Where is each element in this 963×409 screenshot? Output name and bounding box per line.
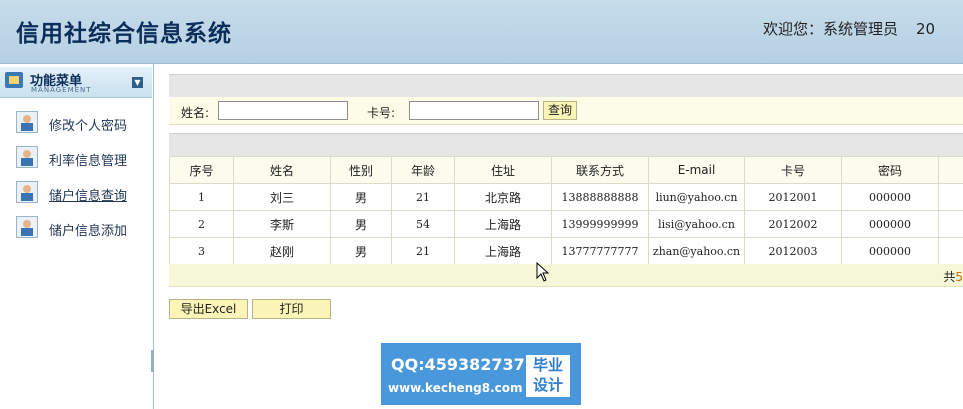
depositor-table: 序号 姓名 性别 年龄 住址 联系方式 E-mail 卡号 密码 1 刘三 男 … bbox=[169, 156, 963, 265]
column-header: 性别 bbox=[330, 156, 392, 184]
column-header: 住址 bbox=[454, 156, 552, 184]
sidebar-item-change-password[interactable]: 修改个人密码 bbox=[16, 111, 152, 135]
watermark-qq: QQ:459382737 bbox=[391, 355, 525, 374]
table-header-row: 序号 姓名 性别 年龄 住址 联系方式 E-mail 卡号 密码 bbox=[169, 156, 963, 184]
column-header: 联系方式 bbox=[551, 156, 649, 184]
record-count-value: 5 bbox=[955, 270, 963, 284]
user-icon bbox=[16, 111, 38, 133]
cell-email: lisi@yahoo.cn bbox=[648, 210, 745, 238]
cell-phone: 13888888888 bbox=[551, 183, 649, 211]
cell-name: 赵刚 bbox=[233, 237, 331, 265]
cell-gender: 男 bbox=[330, 210, 392, 238]
column-header bbox=[938, 156, 963, 184]
cell-card: 2012001 bbox=[744, 183, 842, 211]
cell-gender: 男 bbox=[330, 183, 392, 211]
sidebar: 功能菜单 MANAGEMENT ▼ 修改个人密码 利率信息管理 储户信息查询 储… bbox=[0, 64, 154, 409]
table-row[interactable]: 3 赵刚 男 21 上海路 13777777777 zhan@yahoo.cn … bbox=[169, 237, 963, 265]
sidebar-item-rate-management[interactable]: 利率信息管理 bbox=[16, 146, 152, 170]
sidebar-item-label: 利率信息管理 bbox=[49, 154, 128, 169]
cell-age: 54 bbox=[391, 210, 455, 238]
cell-address: 上海路 bbox=[454, 237, 552, 265]
cell-extra bbox=[938, 237, 963, 265]
welcome-text: 欢迎您：系统管理员 20 bbox=[763, 18, 953, 39]
cell-phone: 13999999999 bbox=[551, 210, 649, 238]
header-date: 20 bbox=[916, 20, 936, 38]
table-row[interactable]: 1 刘三 男 21 北京路 13888888888 liun@yahoo.cn … bbox=[169, 183, 963, 211]
table-footer: 共5 bbox=[169, 264, 963, 287]
table-row[interactable]: 2 李斯 男 54 上海路 13999999999 lisi@yahoo.cn … bbox=[169, 210, 963, 238]
cell-email: zhan@yahoo.cn bbox=[648, 237, 745, 265]
cell-email: liun@yahoo.cn bbox=[648, 183, 745, 211]
watermark-badge: 毕业 设计 bbox=[526, 355, 570, 397]
watermark-logo: QQ:459382737 www.kecheng8.com 毕业设计 bbox=[381, 343, 581, 405]
sidebar-item-label: 修改个人密码 bbox=[49, 119, 128, 134]
cell-index: 2 bbox=[169, 210, 234, 238]
cell-card: 2012003 bbox=[744, 237, 842, 265]
watermark-badge-line2: 设计 bbox=[532, 376, 563, 394]
sidebar-subtitle: MANAGEMENT bbox=[31, 86, 92, 94]
cell-gender: 男 bbox=[330, 237, 392, 265]
cell-index: 3 bbox=[169, 237, 234, 265]
cell-password: 000000 bbox=[841, 183, 939, 211]
user-icon bbox=[16, 181, 38, 203]
sidebar-splitter-handle[interactable] bbox=[151, 350, 154, 372]
cell-age: 21 bbox=[391, 237, 455, 265]
app-title: 信用社综合信息系统 bbox=[16, 21, 232, 47]
watermark-url: www.kecheng8.com bbox=[388, 381, 523, 395]
cell-name: 刘三 bbox=[233, 183, 331, 211]
watermark-badge-line1: 毕业 bbox=[532, 356, 563, 374]
query-button[interactable]: 查询 bbox=[543, 101, 577, 120]
cell-password: 000000 bbox=[841, 210, 939, 238]
column-header: 密码 bbox=[841, 156, 939, 184]
cell-extra bbox=[938, 183, 963, 211]
search-form: 姓名: 卡号: 查询 bbox=[169, 97, 963, 125]
name-label: 姓名: bbox=[181, 106, 210, 120]
app-header: 信用社综合信息系统 欢迎您：系统管理员 20 bbox=[0, 0, 963, 64]
cell-age: 21 bbox=[391, 183, 455, 211]
sidebar-header: 功能菜单 MANAGEMENT ▼ bbox=[0, 67, 152, 98]
card-label: 卡号: bbox=[367, 106, 396, 120]
cell-address: 上海路 bbox=[454, 210, 552, 238]
sidebar-item-label: 储户信息添加 bbox=[49, 224, 128, 239]
sidebar-item-label: 储户信息查询 bbox=[49, 189, 128, 204]
name-input[interactable] bbox=[218, 101, 348, 120]
cell-phone: 13777777777 bbox=[551, 237, 649, 265]
sidebar-item-depositor-add[interactable]: 储户信息添加 bbox=[16, 216, 152, 240]
sidebar-item-depositor-query[interactable]: 储户信息查询 bbox=[16, 181, 152, 205]
column-header: E-mail bbox=[648, 156, 745, 184]
export-excel-button[interactable]: 导出Excel bbox=[169, 299, 248, 319]
cell-card: 2012002 bbox=[744, 210, 842, 238]
column-header: 卡号 bbox=[744, 156, 842, 184]
print-button[interactable]: 打印 bbox=[252, 299, 331, 319]
cell-extra bbox=[938, 210, 963, 238]
table-toolbar-strip bbox=[169, 133, 963, 156]
column-header: 序号 bbox=[169, 156, 234, 184]
record-count-prefix: 共 bbox=[943, 270, 956, 284]
mouse-cursor-icon bbox=[536, 262, 550, 282]
cell-index: 1 bbox=[169, 183, 234, 211]
welcome-user: 欢迎您：系统管理员 bbox=[763, 20, 899, 38]
column-header: 年龄 bbox=[391, 156, 455, 184]
cell-password: 000000 bbox=[841, 237, 939, 265]
cell-address: 北京路 bbox=[454, 183, 552, 211]
column-header: 姓名 bbox=[233, 156, 331, 184]
card-input[interactable] bbox=[409, 101, 539, 120]
toolbar-strip bbox=[169, 74, 963, 97]
collapse-chevron-icon[interactable]: ▼ bbox=[132, 77, 143, 88]
cell-name: 李斯 bbox=[233, 210, 331, 238]
menu-icon bbox=[5, 72, 23, 88]
user-icon bbox=[16, 146, 38, 168]
user-icon bbox=[16, 216, 38, 238]
record-count: 共5 bbox=[943, 268, 963, 285]
